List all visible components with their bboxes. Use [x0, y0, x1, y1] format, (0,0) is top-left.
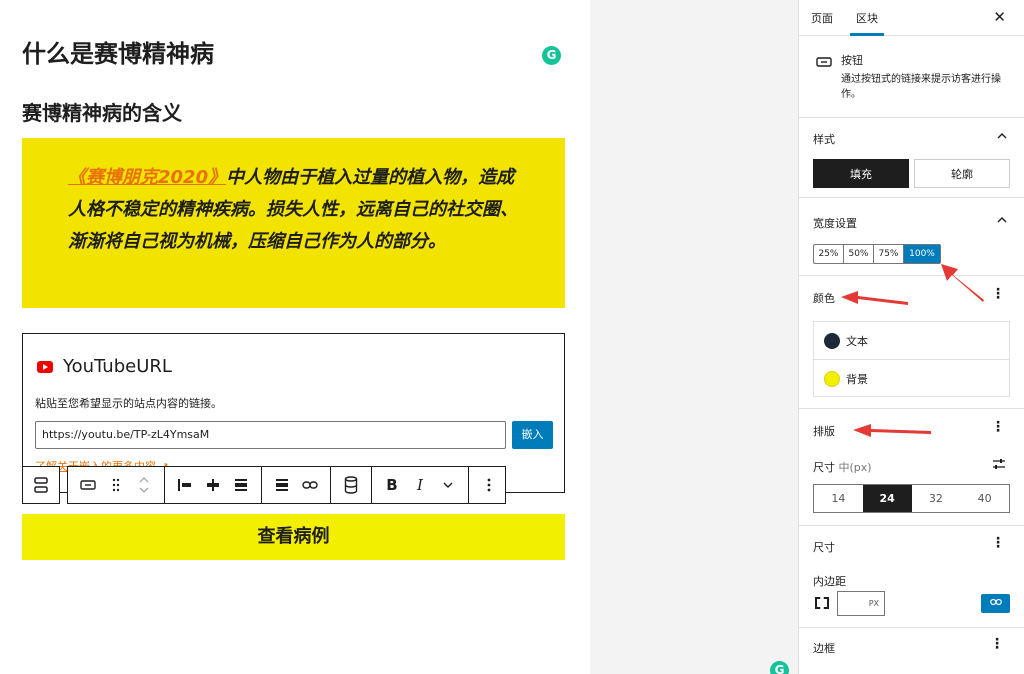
- annotation-arrow-width: [941, 264, 984, 302]
- annotation-arrows: [841, 264, 984, 437]
- annotation-arrow-color: [841, 291, 908, 305]
- annotation-arrow-typography: [853, 424, 931, 437]
